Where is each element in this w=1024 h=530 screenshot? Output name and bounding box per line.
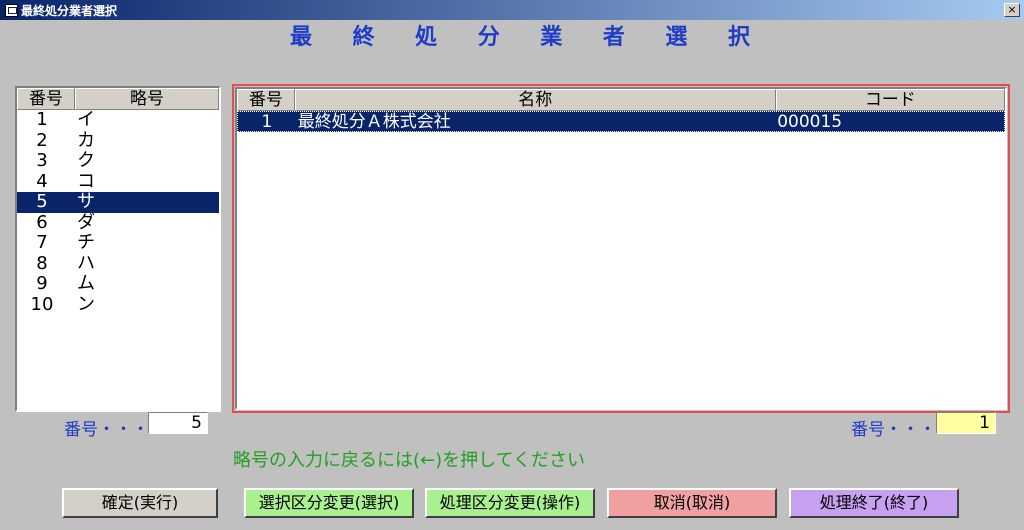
title-char: 業 <box>540 25 563 50</box>
cell-number: 1 <box>261 112 273 132</box>
column-header-code[interactable]: コード <box>775 89 1006 111</box>
title-char: 選 <box>665 25 688 50</box>
list-item-number: 1 <box>36 109 48 130</box>
title-char: 分 <box>477 25 500 50</box>
right-number-field[interactable]: 1 <box>936 412 996 434</box>
list-item-abbreviation: サ <box>77 191 95 212</box>
column-header-number[interactable]: 番号 <box>237 89 295 111</box>
list-item-number: 4 <box>36 170 48 192</box>
list-item[interactable]: 7チ <box>17 233 219 254</box>
column-header-number[interactable]: 番号 <box>17 88 75 110</box>
list-item[interactable]: 8ハ <box>17 252 219 275</box>
select-category-change-button[interactable]: 選択区分変更(選択) <box>244 488 414 518</box>
column-header-abbreviation[interactable]: 略号 <box>75 88 219 110</box>
left-number-label: 番号・・・ <box>64 420 149 440</box>
left-number-field[interactable]: 5 <box>148 412 208 434</box>
window-title: 最終処分業者選択 <box>21 3 118 18</box>
list-item-number: 2 <box>36 129 48 151</box>
list-item-abbreviation: ダ <box>77 211 95 233</box>
title-char: 者 <box>602 25 625 50</box>
company-grid-body: 1 最終処分Ａ株式会社 000015 <box>237 111 1005 132</box>
list-item[interactable]: 6ダ <box>17 211 219 234</box>
cancel-button[interactable]: 取消(取消) <box>607 488 777 518</box>
title-char: 処 <box>415 25 438 50</box>
app-window-icon <box>5 3 18 17</box>
title-char: 最 <box>290 25 313 50</box>
list-item-abbreviation: チ <box>77 232 95 253</box>
list-item-abbreviation: ム <box>77 273 95 294</box>
cell-code: 000015 <box>777 112 843 132</box>
abbreviation-list-header: 番号 略号 <box>17 88 219 110</box>
list-item-number: 3 <box>36 150 48 171</box>
list-item-abbreviation: イ <box>77 109 95 130</box>
list-item-abbreviation: ク <box>77 150 95 171</box>
abbreviation-list-body: 1 イ 2 カ 3 ク 4 コ 5 サ 6 ダ 7 チ 8 ハ 9 ム 10 ン <box>17 110 219 315</box>
list-item[interactable]: 4コ <box>17 170 219 193</box>
instruction-text: 略号の入力に戻るには(←)を押してください <box>233 450 586 471</box>
list-item-number: 6 <box>36 211 48 233</box>
finish-processing-button[interactable]: 処理終了(終了) <box>789 488 959 518</box>
company-grid-header: 番号 名称 コード <box>237 89 1006 111</box>
list-item[interactable]: 1イ <box>17 110 219 131</box>
process-category-change-button[interactable]: 処理区分変更(操作) <box>425 488 595 518</box>
list-item-number: 5 <box>36 191 48 212</box>
list-item-abbreviation: ン <box>77 293 95 315</box>
right-number-label: 番号・・・ <box>851 420 936 440</box>
list-item-number: 8 <box>36 252 48 274</box>
list-item[interactable]: 9ム <box>17 274 219 295</box>
list-item-number: 7 <box>36 232 48 253</box>
table-row[interactable]: 1 最終処分Ａ株式会社 000015 <box>237 111 1005 132</box>
confirm-button[interactable]: 確定(実行) <box>62 488 218 518</box>
list-item-abbreviation: ハ <box>77 252 95 274</box>
list-item[interactable]: 10 ン <box>17 293 219 316</box>
column-header-name[interactable]: 名称 <box>294 89 776 111</box>
list-item[interactable]: 5サ <box>17 192 219 213</box>
list-item-abbreviation: コ <box>77 170 95 192</box>
close-button[interactable]: × <box>1004 3 1020 17</box>
list-item[interactable]: 3ク <box>17 151 219 172</box>
title-bar: 最終処分業者選択 × <box>0 0 1024 20</box>
page-title: 最 終 処 分 業 者 選 択 <box>290 20 750 50</box>
list-item[interactable]: 2カ <box>17 129 219 152</box>
list-item-number: 9 <box>36 273 48 294</box>
title-char: 択 <box>727 25 750 50</box>
list-item-number: 10 <box>30 293 54 315</box>
abbreviation-list[interactable]: 番号 略号 1 イ 2 カ 3 ク 4 コ 5 サ 6 ダ 7 チ 8 ハ 9 ム 10 ン <box>15 86 221 412</box>
list-item-abbreviation: カ <box>77 129 95 151</box>
cell-name: 最終処分Ａ株式会社 <box>297 112 451 132</box>
title-char: 終 <box>352 25 375 50</box>
disposal-company-grid[interactable]: 番号 名称 コード 1 最終処分Ａ株式会社 000015 <box>232 84 1010 413</box>
